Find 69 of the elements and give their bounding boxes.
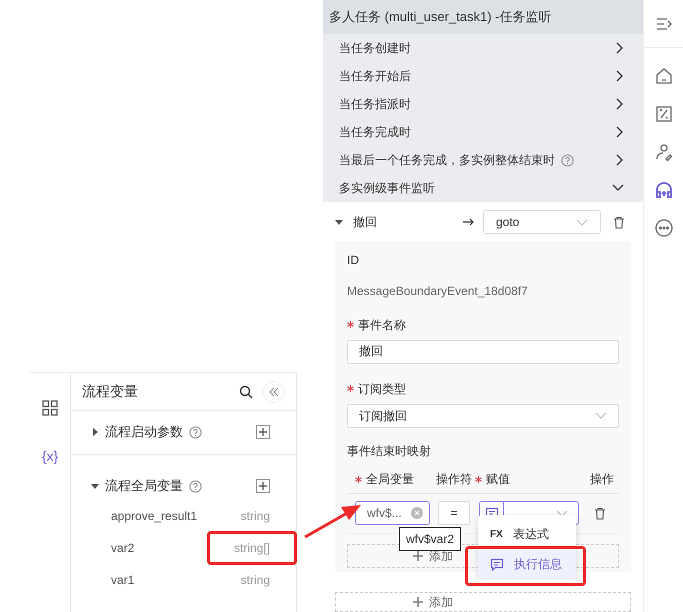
section-label: 当最后一个任务完成，多实例整体结束时 xyxy=(339,152,555,169)
section-label: 当任务指派时 xyxy=(339,96,411,113)
user-edit-icon[interactable] xyxy=(654,142,674,162)
section-label: 多实例级事件监听 xyxy=(339,180,435,197)
grid-icon[interactable] xyxy=(42,400,58,416)
select-field[interactable]: 订阅撤回 xyxy=(347,404,619,428)
help-icon xyxy=(189,480,202,492)
section-label: 当任务开始后 xyxy=(339,68,411,85)
variable-type: string xyxy=(240,572,270,589)
menu-item[interactable]: 执行信息 xyxy=(478,549,576,579)
panel-title: 流程变量 xyxy=(82,382,139,401)
caret-right-icon[interactable] xyxy=(91,428,99,436)
more-icon[interactable] xyxy=(654,218,674,238)
help-icon xyxy=(561,154,574,166)
section-title: 事件结束时映射 xyxy=(347,442,432,460)
variable-name: var2 xyxy=(111,540,136,557)
trash-icon[interactable] xyxy=(613,216,625,229)
chevron-down-icon xyxy=(595,412,607,420)
column-header: 操作符 xyxy=(436,471,472,488)
group-label[interactable]: 流程启动参数 xyxy=(105,422,183,442)
caret-down-icon[interactable] xyxy=(335,218,343,226)
field-label: 订阅类型 xyxy=(358,380,406,398)
column-header: 全局变量 xyxy=(366,471,414,488)
listener-section[interactable]: 当任务创建时 xyxy=(323,34,643,62)
message-icon xyxy=(490,558,504,570)
operator-field[interactable]: = xyxy=(438,501,470,526)
column-header: 赋值 xyxy=(486,471,510,488)
help-icon xyxy=(189,426,202,438)
variable-type: string[] xyxy=(234,540,270,557)
group-label[interactable]: 流程全局变量 xyxy=(105,476,183,496)
percent-icon[interactable] xyxy=(654,104,674,124)
fx-label: FX xyxy=(490,528,503,542)
arrow-right-icon xyxy=(463,218,475,226)
field-label: 事件名称 xyxy=(358,316,406,334)
search-icon[interactable] xyxy=(239,384,253,398)
variable-name: approve_result1 xyxy=(111,508,198,525)
add-icon[interactable] xyxy=(256,425,270,439)
home-icon[interactable] xyxy=(654,66,674,86)
variables-tab[interactable]: {x} xyxy=(42,446,58,467)
field-label: ID xyxy=(347,252,360,269)
input-field[interactable]: 撤回 xyxy=(347,340,619,364)
plus-icon xyxy=(413,596,423,607)
add-icon[interactable] xyxy=(256,479,270,493)
chevron-down-icon xyxy=(556,510,568,517)
plus-icon xyxy=(413,550,423,561)
variable-type: string xyxy=(240,508,270,525)
listener-section[interactable]: 当任务完成时 xyxy=(323,118,643,146)
section-label: 当任务完成时 xyxy=(339,124,411,141)
double-chevron-left-icon xyxy=(269,386,279,396)
menu-item[interactable]: FX 表达式 xyxy=(478,519,576,549)
panel-header: 多人任务 (multi_user_task1) -任务监听 xyxy=(323,0,643,34)
tooltip: wfv$var2 xyxy=(399,526,462,551)
caret-down-icon[interactable] xyxy=(91,482,99,490)
add-button[interactable]: 添加 xyxy=(335,592,631,612)
event-name: 撤回 xyxy=(353,214,378,232)
listener-section[interactable]: 当最后一个任务完成，多实例整体结束时 xyxy=(323,146,643,174)
column-header: 操作 xyxy=(590,471,614,488)
listener-section[interactable]: 当任务开始后 xyxy=(323,62,643,90)
variable-tag-field[interactable]: wfv$... xyxy=(355,501,430,526)
variable-name: var1 xyxy=(111,572,136,589)
collapse-panel-button[interactable] xyxy=(263,380,285,402)
trash-icon[interactable] xyxy=(594,506,606,520)
listener-section[interactable]: 当任务指派时 xyxy=(323,90,643,118)
listener-section[interactable]: 多实例级事件监听 xyxy=(323,174,643,202)
chevron-down-icon xyxy=(576,218,588,226)
section-label: 当任务创建时 xyxy=(339,40,411,57)
headset-icon[interactable] xyxy=(654,180,674,200)
id-value: MessageBoundaryEvent_18d08f7 xyxy=(347,282,529,300)
action-select[interactable]: goto xyxy=(483,210,601,234)
